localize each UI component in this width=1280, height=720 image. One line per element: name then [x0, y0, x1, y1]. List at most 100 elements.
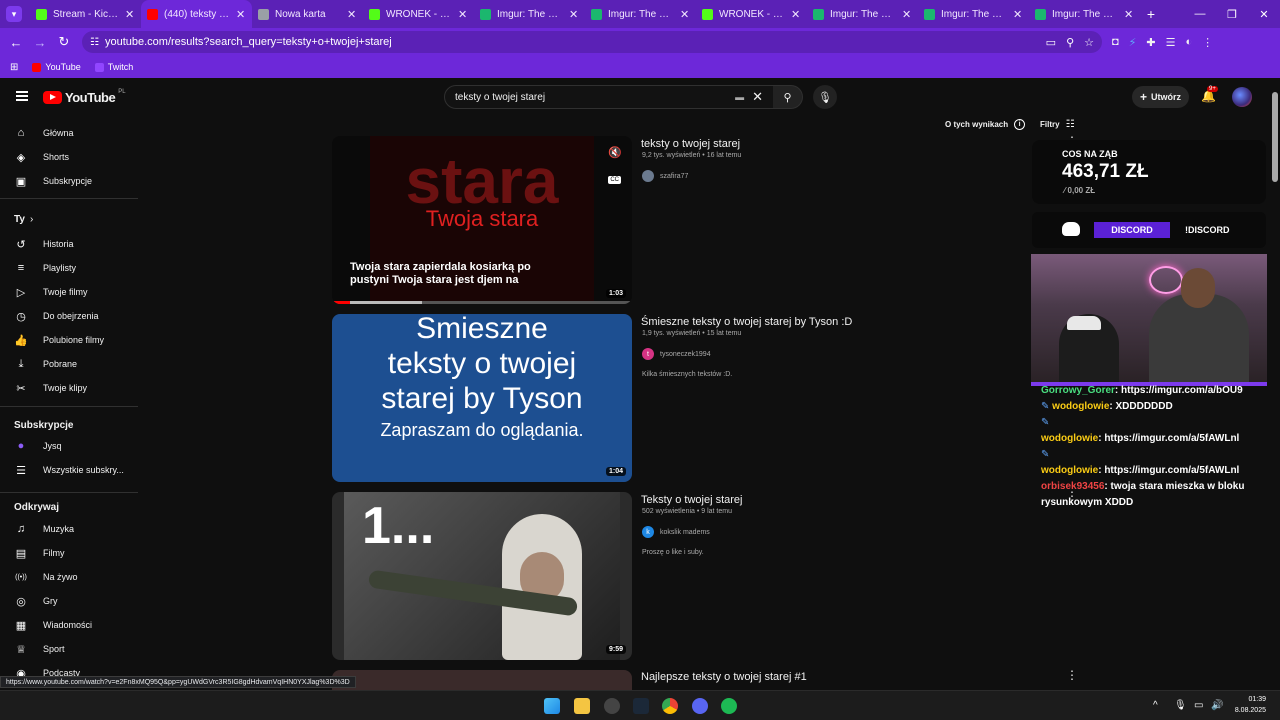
video-thumbnail[interactable] [332, 670, 632, 690]
new-tab-button[interactable]: + [1140, 6, 1162, 22]
sidebar-item[interactable]: ⤓ Pobrane [0, 352, 138, 376]
sidebar-item[interactable]: ▣ Subskrypcje [0, 169, 138, 193]
youtube-logo[interactable]: YouTube PL [43, 89, 126, 105]
sidebar-item[interactable]: ◈ Shorts [0, 145, 138, 169]
browser-tab[interactable]: (440) teksty o tw... ✕ [141, 0, 252, 28]
tab-close-icon[interactable]: ✕ [791, 8, 801, 21]
tab-close-icon[interactable]: ✕ [1013, 8, 1023, 21]
sidebar-item[interactable]: ● Jysq [0, 434, 138, 458]
bookmark-twitch[interactable]: Twitch [94, 62, 133, 72]
browser-tab[interactable]: Imgur: The magic ✕ [1029, 0, 1140, 28]
tab-close-icon[interactable]: ✕ [236, 8, 246, 21]
site-info-icon[interactable]: ☷ [90, 37, 99, 48]
sidebar-item[interactable]: ↺ Historia [0, 232, 138, 256]
channel-link[interactable]: szafira77 [642, 170, 688, 182]
minimize-icon[interactable]: — [1184, 8, 1216, 21]
bookmark-star-icon[interactable]: ☆ [1084, 36, 1094, 49]
voice-search-button[interactable]: 🎙 [813, 85, 837, 109]
sidebar-item[interactable]: ▤ Filmy [0, 541, 138, 565]
thumbnail-line: Smieszne [416, 314, 548, 345]
captions-icon[interactable]: CC [608, 176, 621, 184]
tab-close-icon[interactable]: ✕ [680, 8, 690, 21]
tray-chevron-icon[interactable]: ^ [1153, 700, 1158, 711]
video-thumbnail[interactable]: Smieszne teksty o twojej starej by Tyson… [332, 314, 632, 482]
reading-list-icon[interactable]: ☰ [1166, 36, 1176, 49]
video-title[interactable]: Teksty o twojej starej [641, 494, 742, 506]
restore-icon[interactable]: ❐ [1216, 8, 1248, 21]
windows-start-icon[interactable] [544, 698, 560, 714]
back-icon[interactable]: ← [4, 35, 28, 50]
tab-close-icon[interactable]: ✕ [569, 8, 579, 21]
browser-tab[interactable]: WRONEK - Watch ✕ [696, 0, 807, 28]
sidebar-item[interactable]: ◎ Gry [0, 589, 138, 613]
video-title[interactable]: Śmieszne teksty o twojej starej by Tyson… [641, 316, 852, 328]
sidebar-item[interactable]: ☰ Wszystkie subskry... [0, 458, 138, 482]
keyboard-icon[interactable]: ▬ [735, 92, 744, 102]
sidebar-item[interactable]: ✂ Twoje klipy [0, 376, 138, 400]
app-icon[interactable] [604, 698, 620, 714]
extension-icon[interactable]: ◘ [1112, 36, 1119, 49]
tab-close-icon[interactable]: ✕ [1124, 8, 1134, 21]
browser-tab[interactable]: Imgur: The magic ✕ [807, 0, 918, 28]
tab-close-icon[interactable]: ✕ [125, 8, 135, 21]
video-thumbnail[interactable]: 1... 9:59 [332, 492, 632, 660]
more-options-icon[interactable]: ⋮ [1066, 668, 1078, 682]
chrome-icon[interactable] [662, 698, 678, 714]
browser-tab[interactable]: Imgur: The magic ✕ [585, 0, 696, 28]
close-window-icon[interactable]: ✕ [1248, 8, 1280, 21]
sidebar-item[interactable]: ((•)) Na żywo [0, 565, 138, 589]
apps-grid-icon[interactable]: ⊞ [10, 62, 18, 73]
tab-close-icon[interactable]: ✕ [347, 8, 357, 21]
channel-link[interactable]: t tysoneczek1994 [642, 348, 711, 360]
page-scrollbar[interactable] [1272, 92, 1278, 182]
search-button[interactable]: ⚲ [773, 85, 803, 109]
browser-tab[interactable]: Imgur: The magic ✕ [918, 0, 1029, 28]
sidebar-item[interactable]: ≡ Playlisty [0, 256, 138, 280]
file-explorer-icon[interactable] [574, 698, 590, 714]
sidebar-item[interactable]: ⌂ Główna [0, 121, 138, 145]
video-title[interactable]: Najlepsze teksty o twojej starej #1 [641, 671, 807, 683]
sidebar-item[interactable]: ◷ Do obejrzenia [0, 304, 138, 328]
discord-taskbar-icon[interactable] [692, 698, 708, 714]
address-bar[interactable]: ☷ youtube.com/results?search_query=tekst… [82, 31, 1102, 53]
spotify-icon[interactable] [721, 698, 737, 714]
forward-icon[interactable]: → [28, 35, 52, 50]
video-thumbnail[interactable]: stara Twoja stara Twoja stara zapierdala… [332, 136, 632, 304]
filters-button[interactable]: Filtry ☷ [1040, 119, 1075, 130]
zoom-icon[interactable]: ⚲ [1066, 36, 1074, 49]
video-title[interactable]: teksty o twojej starej [641, 138, 740, 150]
microphone-tray-icon[interactable]: 🎙 [1174, 700, 1187, 711]
browser-tab[interactable]: Imgur: The magic ✕ [474, 0, 585, 28]
extension-icon[interactable]: ⚡ [1129, 36, 1137, 49]
browser-tab[interactable]: Nowa karta ✕ [252, 0, 363, 28]
channel-link[interactable]: k kokslik madems [642, 526, 710, 538]
clear-search-icon[interactable]: ✕ [752, 89, 763, 105]
reload-icon[interactable]: ↻ [52, 34, 76, 50]
tab-close-icon[interactable]: ✕ [902, 8, 912, 21]
display-tray-icon[interactable]: ▭ [1194, 700, 1203, 711]
steam-icon[interactable] [633, 698, 649, 714]
menu-hamburger-icon[interactable] [16, 91, 28, 101]
browser-tab[interactable]: Stream - Kick Da... ✕ [30, 0, 141, 28]
avatar[interactable] [1232, 87, 1252, 107]
bookmark-youtube[interactable]: YouTube [32, 62, 81, 72]
search-input[interactable]: teksty o twojej starej ▬ ✕ [444, 85, 774, 109]
profile-icon[interactable]: ◐ [1185, 36, 1192, 49]
tab-search-icon[interactable]: ▾ [6, 6, 22, 22]
system-clock[interactable]: 01:39 8.08.2025 [1222, 694, 1266, 716]
notifications-button[interactable]: 🔔 9+ [1201, 86, 1218, 103]
sidebar-item[interactable]: 👍 Polubione filmy [0, 328, 138, 352]
browser-menu-icon[interactable]: ⋮ [1202, 36, 1213, 49]
tab-close-icon[interactable]: ✕ [458, 8, 468, 21]
sidebar-item[interactable]: ▷ Twoje filmy [0, 280, 138, 304]
mute-icon[interactable]: 🔇 [608, 146, 622, 159]
create-button[interactable]: + Utwórz [1132, 86, 1189, 108]
about-results[interactable]: O tych wynikach i [945, 119, 1026, 130]
extensions-puzzle-icon[interactable]: ✚ [1146, 36, 1155, 49]
cast-icon[interactable]: ▭ [1046, 36, 1056, 49]
browser-tab[interactable]: WRONEK - Watch ✕ [363, 0, 474, 28]
sidebar-item[interactable]: ▦ Wiadomości [0, 613, 138, 637]
sidebar-item[interactable]: ♕ Sport [0, 637, 138, 661]
sidebar-item[interactable]: ♫ Muzyka [0, 517, 138, 541]
sidebar-section-heading[interactable]: Ty [14, 214, 25, 225]
